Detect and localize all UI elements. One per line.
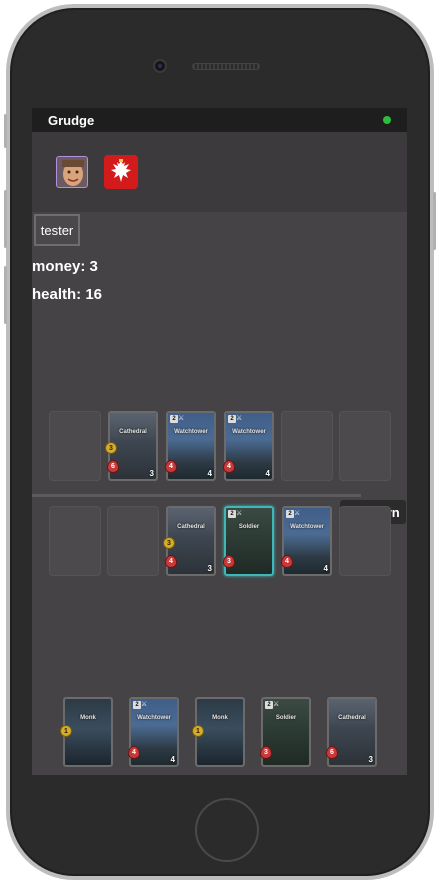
health-drop-icon: 4 bbox=[165, 555, 177, 568]
card-attack: 4 bbox=[265, 469, 270, 478]
card-name: Cathedral bbox=[177, 524, 205, 530]
card-cost-chip: 2 bbox=[265, 701, 273, 709]
card[interactable]: Cathedral 3 6 3 bbox=[105, 411, 158, 481]
card-attack: 4 bbox=[207, 469, 212, 478]
money-bag-icon: 3 bbox=[163, 537, 175, 549]
sword-icon: ⚔ bbox=[273, 701, 280, 708]
empty-board-slot[interactable] bbox=[49, 506, 101, 576]
card-name: Soldier bbox=[238, 524, 260, 530]
card[interactable]: Monk 1 bbox=[192, 697, 245, 767]
silent-switch bbox=[4, 114, 7, 148]
sword-icon: ⚔ bbox=[236, 510, 243, 517]
card-cost-chip: 2 bbox=[286, 510, 294, 518]
opponent-area bbox=[32, 132, 407, 212]
card-cost-chip: 2 bbox=[228, 415, 236, 423]
card-name: Soldier bbox=[275, 715, 297, 721]
face-avatar-icon[interactable] bbox=[56, 156, 88, 188]
card[interactable]: Cathedral 6 3 bbox=[326, 697, 377, 767]
money-label: money: 3 bbox=[32, 258, 98, 275]
health-drop-icon: 4 bbox=[165, 460, 177, 473]
app-title: Grudge bbox=[48, 113, 95, 128]
money-bag-icon: 1 bbox=[60, 725, 72, 737]
sword-icon: ⚔ bbox=[141, 701, 148, 708]
card[interactable]: Soldier 2 ⚔ 3 bbox=[260, 697, 311, 767]
card-attack: 4 bbox=[323, 564, 328, 573]
card-name: Watchtower bbox=[290, 524, 324, 530]
card[interactable]: Soldier 2 ⚔ 3 bbox=[223, 506, 274, 576]
card-cost-chip: 2 bbox=[133, 701, 141, 709]
health-drop-icon: 4 bbox=[281, 555, 293, 568]
card-name: Watchtower bbox=[137, 715, 171, 721]
card-name: Watchtower bbox=[174, 429, 208, 435]
money-bag-icon: 1 bbox=[192, 725, 204, 737]
empty-board-slot[interactable] bbox=[107, 506, 159, 576]
health-drop-icon: 3 bbox=[260, 746, 272, 759]
volume-up-button bbox=[4, 190, 7, 248]
card[interactable]: Cathedral 3 4 3 bbox=[163, 506, 216, 576]
money-bag-icon: 3 bbox=[105, 442, 117, 454]
card-attack: 3 bbox=[368, 755, 373, 764]
card[interactable]: Watchtower 2 ⚔ 4 4 bbox=[165, 411, 216, 481]
speaker-grille bbox=[192, 63, 260, 70]
card-cost-chip: 2 bbox=[228, 510, 236, 518]
camera-icon bbox=[153, 59, 167, 73]
health-label: health: 16 bbox=[32, 286, 103, 303]
card[interactable]: Watchtower 2 ⚔ 4 4 bbox=[128, 697, 179, 767]
volume-down-button bbox=[4, 266, 7, 324]
empty-board-slot[interactable] bbox=[339, 411, 391, 481]
card[interactable]: Watchtower 2 ⚔ 4 4 bbox=[281, 506, 332, 576]
card-name: Cathedral bbox=[119, 429, 147, 435]
card-name: Monk bbox=[212, 715, 228, 721]
empty-board-slot[interactable] bbox=[281, 411, 333, 481]
polish-eagle-emblem-icon[interactable] bbox=[104, 155, 138, 189]
card-name: Watchtower bbox=[232, 429, 266, 435]
home-button[interactable] bbox=[195, 798, 259, 862]
card-attack: 4 bbox=[170, 755, 175, 764]
card-name: Cathedral bbox=[338, 715, 366, 721]
health-drop-icon: 4 bbox=[223, 460, 235, 473]
card-name: Monk bbox=[80, 715, 96, 721]
health-drop-icon: 6 bbox=[107, 460, 119, 473]
sword-icon: ⚔ bbox=[178, 415, 185, 422]
card[interactable]: Monk 1 bbox=[60, 697, 113, 767]
connection-status-icon bbox=[383, 116, 391, 124]
health-drop-icon: 3 bbox=[223, 555, 235, 568]
card[interactable]: Watchtower 2 ⚔ 4 4 bbox=[223, 411, 274, 481]
card-attack: 3 bbox=[149, 469, 154, 478]
sword-icon: ⚔ bbox=[236, 415, 243, 422]
board-divider bbox=[32, 494, 361, 497]
player-name-button[interactable]: tester bbox=[34, 214, 80, 246]
sword-icon: ⚔ bbox=[294, 510, 301, 517]
health-drop-icon: 4 bbox=[128, 746, 140, 759]
card-attack: 3 bbox=[207, 564, 212, 573]
empty-board-slot[interactable] bbox=[339, 506, 391, 576]
card-cost-chip: 2 bbox=[170, 415, 178, 423]
health-drop-icon: 6 bbox=[326, 746, 338, 759]
title-bar: Grudge bbox=[32, 108, 407, 132]
empty-board-slot[interactable] bbox=[49, 411, 101, 481]
power-button bbox=[433, 192, 436, 250]
game-screen: Grudge tester money: 3 health: 16 Cathed… bbox=[32, 108, 407, 775]
